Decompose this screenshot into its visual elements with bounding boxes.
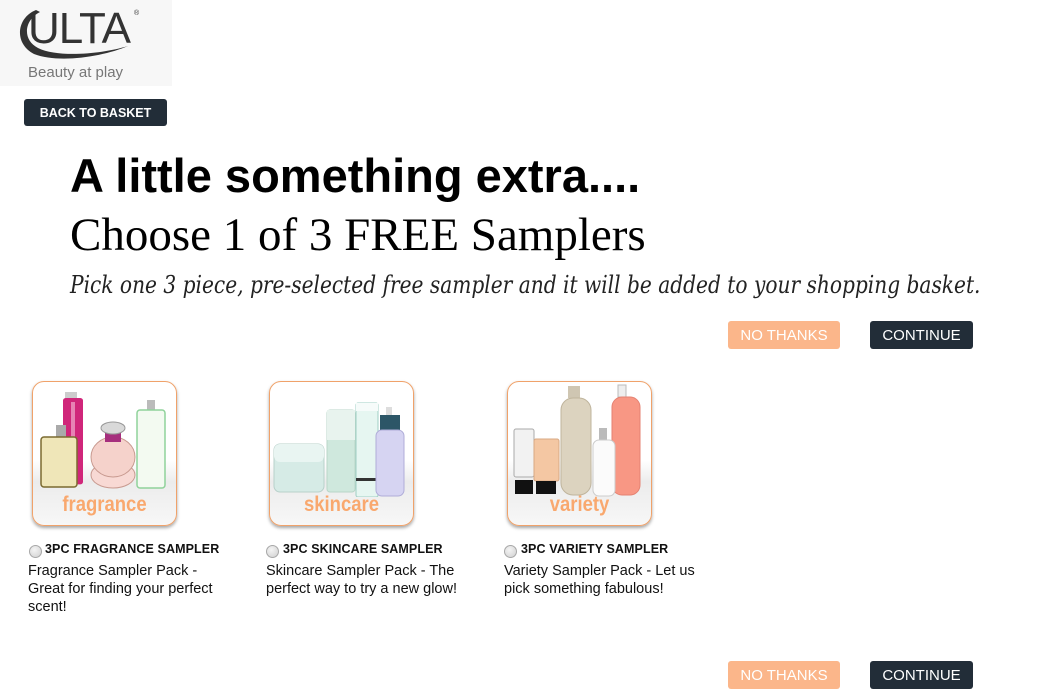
- page-headline: A little something extra....: [70, 149, 641, 202]
- fragrance-sampler-image[interactable]: fragrance: [32, 381, 177, 526]
- fragrance-sampler-radio[interactable]: [29, 545, 42, 558]
- skincare-sampler-image[interactable]: skincare: [269, 381, 414, 526]
- fragrance-label: fragrance: [62, 493, 147, 516]
- variety-sampler-image[interactable]: variety: [507, 381, 652, 526]
- fragrance-sampler-title: 3PC FRAGRANCE SAMPLER: [45, 542, 220, 556]
- no-thanks-button-top[interactable]: NO THANKS: [728, 321, 840, 349]
- instructions-text: Pick one 3 piece, pre-selected free samp…: [70, 271, 981, 299]
- skincare-sampler-description: Skincare Sampler Pack - The perfect way …: [266, 563, 457, 597]
- logo-wordmark: ULTA: [28, 4, 131, 53]
- skincare-products-icon: [273, 402, 405, 497]
- logo-tagline: Beauty at play: [28, 64, 124, 81]
- fragrance-bottles-icon: [40, 392, 166, 489]
- back-to-basket-button[interactable]: BACK TO BASKET: [24, 99, 167, 126]
- variety-sampler-description: Variety Sampler Pack - Let us pick somet…: [504, 563, 695, 597]
- variety-products-icon: [513, 384, 641, 497]
- skincare-sampler-title: 3PC SKINCARE SAMPLER: [283, 542, 443, 556]
- variety-label: variety: [549, 493, 610, 516]
- registered-mark: ®: [134, 10, 140, 17]
- fragrance-sampler-description: Fragrance Sampler Pack - Great for findi…: [28, 563, 213, 615]
- continue-button-bottom[interactable]: CONTINUE: [870, 661, 973, 689]
- variety-sampler-title: 3PC VARIETY SAMPLER: [521, 542, 669, 556]
- page-subhead: Choose 1 of 3 FREE Samplers: [70, 209, 646, 261]
- variety-sampler-radio[interactable]: [504, 545, 517, 558]
- continue-button-top[interactable]: CONTINUE: [870, 321, 973, 349]
- ulta-logo[interactable]: ULTA ® Beauty at play: [0, 0, 172, 86]
- skincare-sampler-radio[interactable]: [266, 545, 279, 558]
- no-thanks-button-bottom[interactable]: NO THANKS: [728, 661, 840, 689]
- skincare-label: skincare: [303, 493, 379, 516]
